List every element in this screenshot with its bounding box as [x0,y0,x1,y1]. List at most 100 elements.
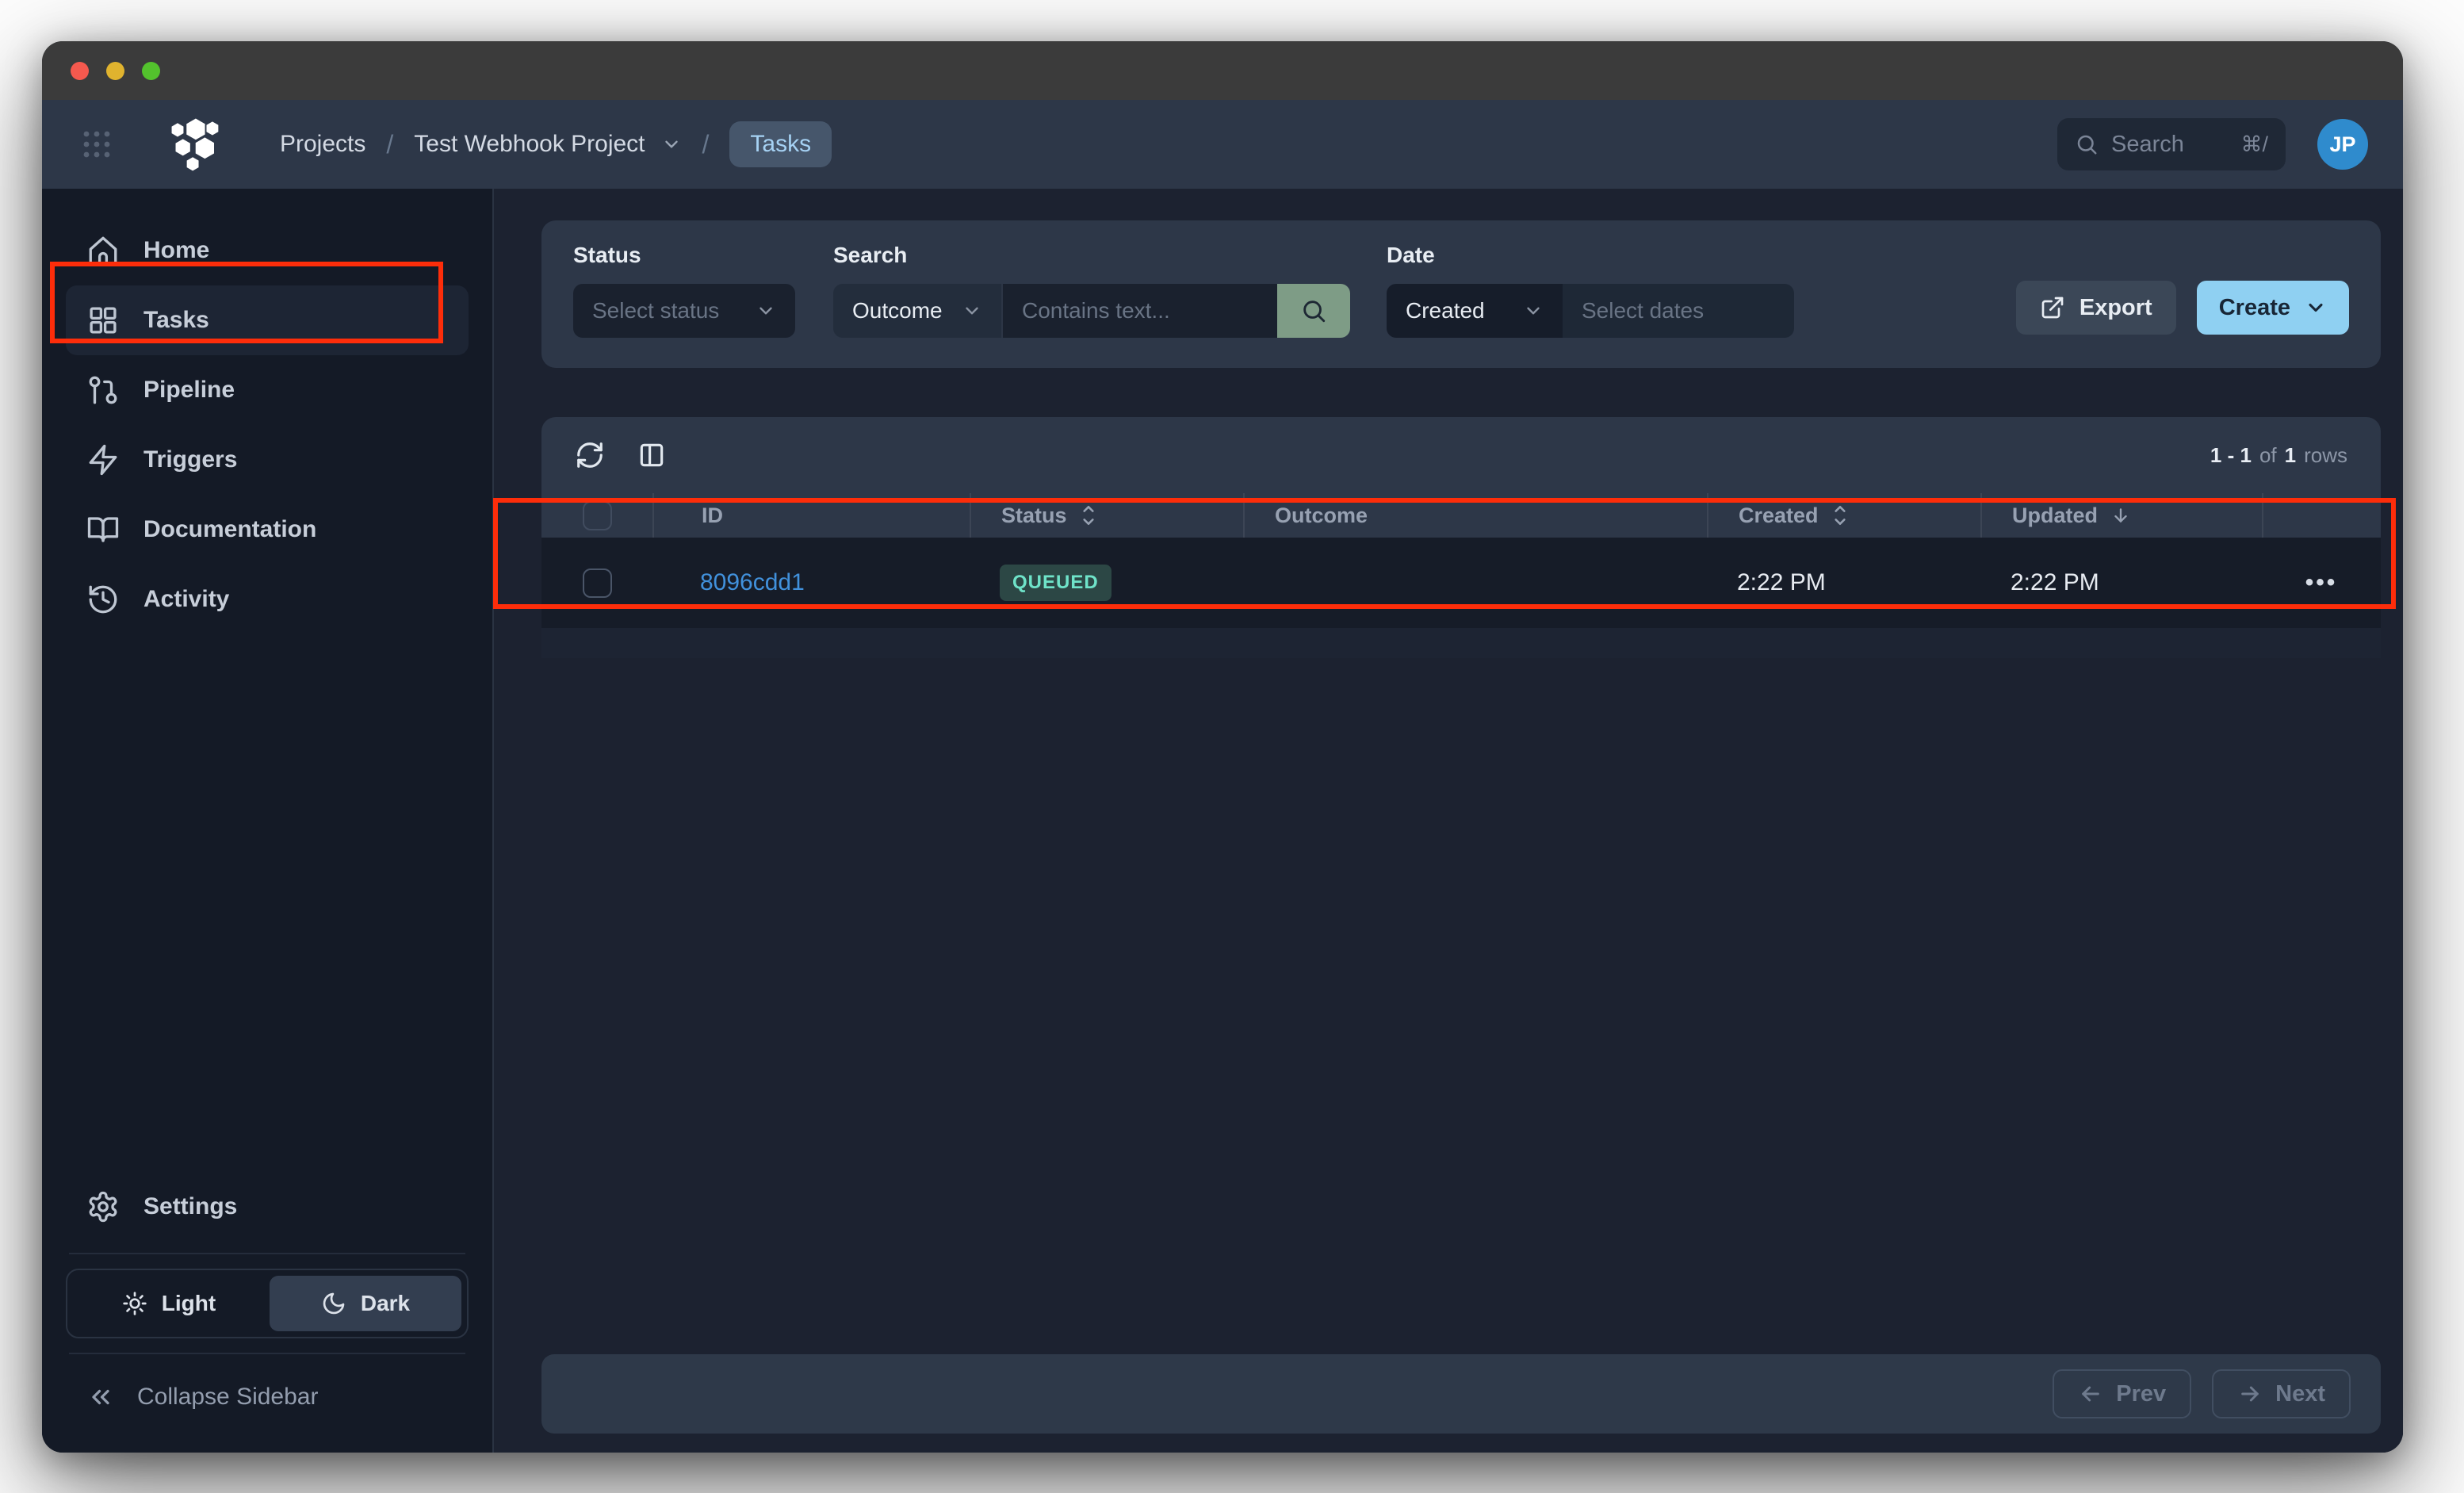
sidebar-item-label: Tasks [143,307,209,333]
lightning-icon [86,443,120,477]
theme-dark-button[interactable]: Dark [270,1276,461,1331]
chevron-down-icon [756,301,776,321]
rows-of-text: of [2259,442,2277,467]
sidebar-item-label: Home [143,237,210,263]
next-page-button[interactable]: Next [2212,1369,2351,1418]
status-select-placeholder: Select status [592,298,720,323]
git-pull-request-icon [86,373,120,407]
global-search-input[interactable]: ⌘/ [2057,118,2286,170]
book-open-icon [86,513,120,546]
filter-panel: Status Select status Search Outcome Cont… [541,220,2381,368]
history-clock-icon [86,583,120,616]
close-window-button[interactable] [71,61,89,80]
sidebar-item-tasks[interactable]: Tasks [66,285,469,355]
sidebar-item-label: Activity [143,586,230,612]
prev-page-button[interactable]: Prev [2053,1369,2192,1418]
breadcrumb-project-name[interactable]: Test Webhook Project [414,131,645,158]
column-header-status[interactable]: Status [1001,503,1067,528]
divider [69,1353,465,1354]
theme-toggle: Light Dark [66,1269,469,1338]
divider [69,1253,465,1254]
rows-total: 1 [2284,442,2297,467]
chevron-down-icon [1523,301,1544,321]
theme-light-button[interactable]: Light [73,1276,265,1331]
date-filter-label: Date [1387,243,1435,267]
column-header-created[interactable]: Created [1739,503,1819,528]
theme-dark-label: Dark [360,1291,411,1315]
column-header-id[interactable]: ID [702,503,723,528]
sort-both-icon[interactable] [1831,503,1849,527]
sidebar-item-triggers[interactable]: Triggers [66,425,469,495]
columns-panel-icon[interactable] [637,440,667,470]
table-toolbar: 1 - 1 of 1 rows [541,417,2381,493]
arrow-right-icon [2237,1381,2263,1407]
collapse-sidebar-button[interactable]: Collapse Sidebar [66,1365,469,1429]
row-actions-ellipsis-icon[interactable]: ••• [2305,569,2338,596]
export-button[interactable]: Export [2015,281,2176,335]
breadcrumb-separator: / [386,129,394,159]
sort-both-icon[interactable] [1080,503,1097,527]
tasks-table: 1 - 1 of 1 rows ID Status Outcome Create… [541,417,2381,1453]
column-header-updated[interactable]: Updated [2012,503,2098,528]
search-submit-button[interactable] [1277,284,1350,338]
select-all-checkbox[interactable] [582,500,612,530]
row-checkbox[interactable] [582,568,612,598]
grid-2x2-icon [86,304,120,337]
global-search-field[interactable] [2111,131,2229,158]
zoom-window-button[interactable] [142,61,160,80]
breadcrumb-projects[interactable]: Projects [280,131,365,158]
sidebar-item-label: Documentation [143,516,317,542]
create-button[interactable]: Create [2196,281,2349,335]
rows-summary: 1 - 1 of 1 rows [2210,443,2347,468]
sort-desc-arrow-icon[interactable] [2110,505,2131,526]
search-icon [1300,297,1327,324]
search-filter-label: Search [833,243,908,267]
search-shortcut-hint: ⌘/ [2240,132,2268,156]
search-field-select[interactable]: Outcome [833,284,1001,338]
user-avatar[interactable]: JP [2317,119,2368,170]
created-cell: 2:22 PM [1737,569,1826,595]
task-id-link[interactable]: 8096cdd1 [700,569,805,596]
rows-unit-text: rows [2304,442,2347,467]
chevron-down-icon [962,301,982,321]
moon-icon [321,1291,346,1316]
sidebar-item-documentation[interactable]: Documentation [66,495,469,565]
sidebar-item-pipeline[interactable]: Pipeline [66,355,469,425]
next-page-label: Next [2275,1380,2325,1407]
date-range-input[interactable]: Select dates [1563,284,1794,338]
sidebar-item-settings[interactable]: Settings [66,1172,469,1242]
search-icon [2075,132,2099,156]
app-window: Projects / Test Webhook Project / Tasks … [42,41,2403,1453]
column-header-outcome[interactable]: Outcome [1275,503,1368,528]
pagination-bar: Prev Next [541,1354,2381,1434]
sidebar-item-activity[interactable]: Activity [66,565,469,634]
theme-light-label: Light [161,1291,216,1315]
sidebar-item-home[interactable]: Home [66,216,469,285]
date-field-select[interactable]: Created [1387,284,1563,338]
status-select[interactable]: Select status [573,284,795,338]
sun-icon [122,1291,147,1316]
main-content: Status Select status Search Outcome Cont… [494,189,2403,1453]
app-header: Projects / Test Webhook Project / Tasks … [42,100,2403,189]
table-row-tail [541,628,2381,658]
chevron-down-icon [2305,297,2327,319]
table-row[interactable]: 8096cdd1 QUEUED 2:22 PM 2:22 PM ••• [541,538,2381,628]
sidebar-item-label: Settings [143,1193,238,1219]
vellum-logo-icon[interactable] [158,111,231,178]
chevrons-left-icon [86,1383,115,1411]
status-filter-label: Status [573,243,641,267]
breadcrumb-current-tasks[interactable]: Tasks [729,121,832,167]
minimize-window-button[interactable] [106,61,124,80]
table-header-row: ID Status Outcome Created Updated [541,493,2381,538]
refresh-icon[interactable] [575,440,605,470]
create-button-label: Create [2218,294,2290,320]
app-grid-icon[interactable] [80,128,113,161]
prev-page-label: Prev [2116,1380,2167,1407]
chevron-down-icon[interactable] [661,134,682,155]
search-text-input[interactable] [1022,298,1258,323]
titlebar [42,41,2403,100]
home-icon [86,234,120,267]
breadcrumb: Projects / Test Webhook Project / Tasks [280,121,832,167]
breadcrumb-separator: / [702,129,710,159]
rows-range: 1 - 1 [2210,442,2252,467]
